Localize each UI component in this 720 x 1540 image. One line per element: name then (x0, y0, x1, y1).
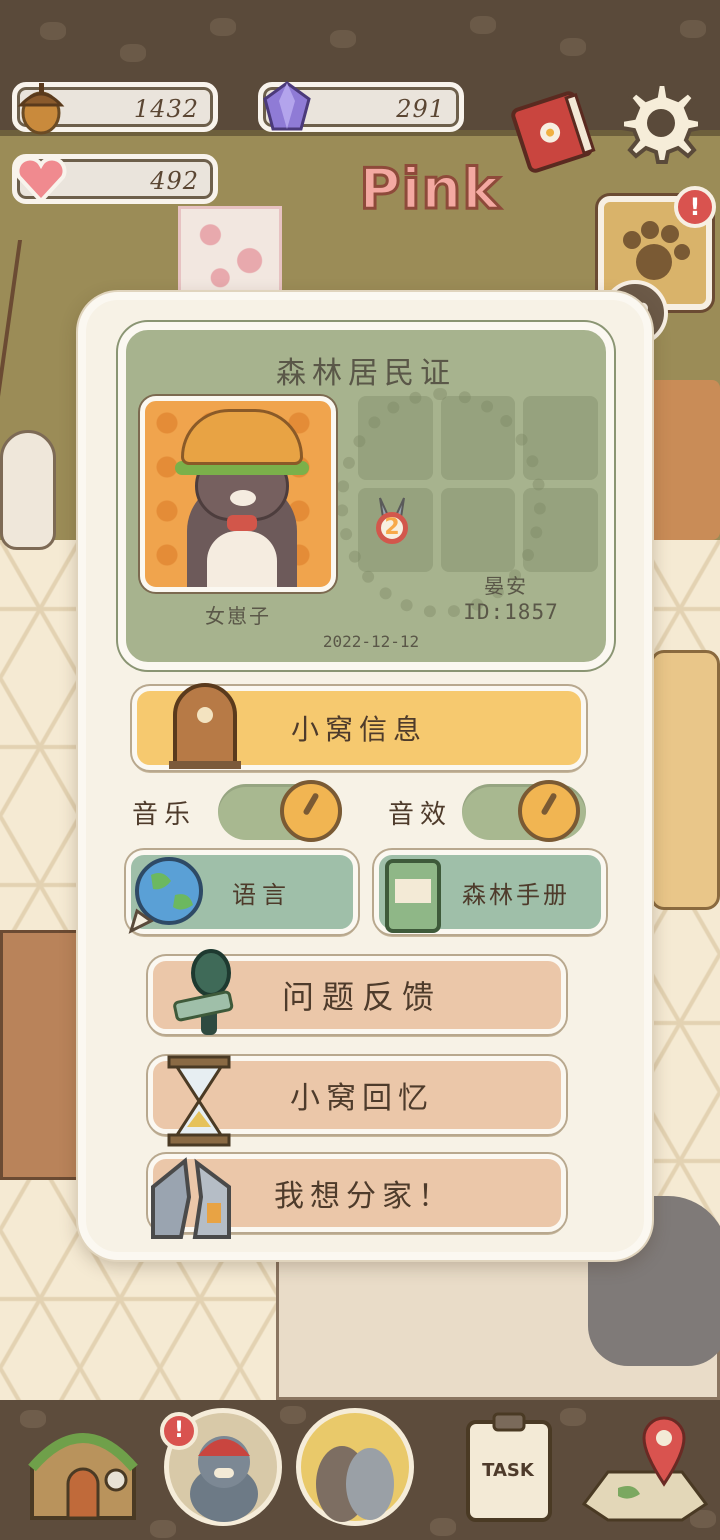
avatar[interactable] (140, 396, 336, 592)
split-home-label: 我想分家！ (274, 1179, 454, 1214)
music-label: 音乐 (132, 800, 197, 830)
cushion-decoration (650, 650, 720, 910)
desk-decoration (0, 930, 84, 1180)
badge-slot[interactable] (523, 396, 598, 480)
join-date: 2022-12-12 (322, 632, 420, 651)
notification-badge: ! (674, 186, 716, 228)
heart-counter: 492 (12, 154, 218, 204)
game-title-logo: Pink (358, 156, 501, 224)
house-info-label: 小窝信息 (290, 713, 427, 746)
nav-task-button[interactable]: TASK (450, 1408, 568, 1526)
resident-id-card: 森林居民证 女崽子 2 晏安 ID:1857 2022-12-12 (118, 322, 614, 670)
memories-label: 小窝回忆 (290, 1081, 434, 1116)
forest-guide-label: 森林手册 (462, 880, 570, 909)
task-label: TASK (482, 1460, 534, 1481)
character-notification-badge: ! (160, 1412, 198, 1450)
split-home-button[interactable]: 我想分家！ (148, 1154, 566, 1239)
memories-button[interactable]: 小窝回忆 (148, 1055, 566, 1147)
sfx-toggle-knob (518, 780, 580, 842)
nav-home-button[interactable] (24, 1408, 142, 1526)
language-button[interactable]: 语言 (126, 850, 358, 934)
nav-map-button[interactable] (578, 1408, 709, 1526)
nav-friends-button[interactable] (296, 1408, 414, 1526)
feedback-label: 问题反馈 (281, 978, 442, 1016)
level-badge: 2 (362, 490, 422, 560)
acorn-icon (17, 83, 65, 135)
sfx-label: 音效 (388, 800, 453, 830)
broken-house-icon (151, 1157, 231, 1239)
hourglass-icon (167, 1055, 231, 1147)
map-pin-icon (581, 1416, 709, 1522)
heart-count: 492 (150, 167, 199, 195)
badge-slot[interactable] (523, 488, 598, 572)
cottage-icon (28, 1433, 138, 1520)
microphone-icon (173, 949, 234, 1035)
vase-decoration (0, 430, 56, 550)
globe-icon (128, 857, 203, 934)
sfx-toggle[interactable] (462, 780, 586, 842)
level-number: 2 (376, 512, 408, 544)
badge-slot[interactable] (440, 488, 516, 572)
language-label: 语言 (232, 880, 292, 909)
badge-slot[interactable] (358, 396, 433, 480)
character-nickname: 女崽子 (205, 604, 271, 628)
player-id: ID:1857 (463, 600, 559, 624)
house-info-button[interactable]: 小窝信息 (132, 683, 586, 770)
gear-icon[interactable] (614, 78, 702, 166)
door-icon (169, 683, 241, 769)
acorn-counter: 1432 (12, 82, 218, 135)
card-title: 森林居民证 (276, 356, 456, 391)
otter-belly (207, 531, 277, 587)
badge-slot[interactable] (440, 396, 516, 480)
gem-icon (263, 81, 311, 131)
nav-character-button[interactable]: ! (160, 1408, 282, 1526)
music-toggle[interactable] (218, 780, 342, 842)
music-toggle-knob (280, 780, 342, 842)
wall-poster (178, 206, 282, 298)
shelf-decoration (640, 380, 720, 540)
feedback-button[interactable]: 问题反馈 (148, 949, 566, 1035)
friends-icon (316, 1446, 394, 1522)
guide-book-icon (385, 859, 441, 933)
bow-tie (227, 515, 257, 531)
gem-counter: 291 (258, 81, 464, 132)
forest-guide-button[interactable]: 森林手册 (374, 850, 606, 934)
gem-count: 291 (396, 95, 445, 123)
player-name: 晏安 (484, 574, 528, 598)
acorn-count: 1432 (133, 95, 199, 123)
heart-icon (15, 156, 67, 204)
